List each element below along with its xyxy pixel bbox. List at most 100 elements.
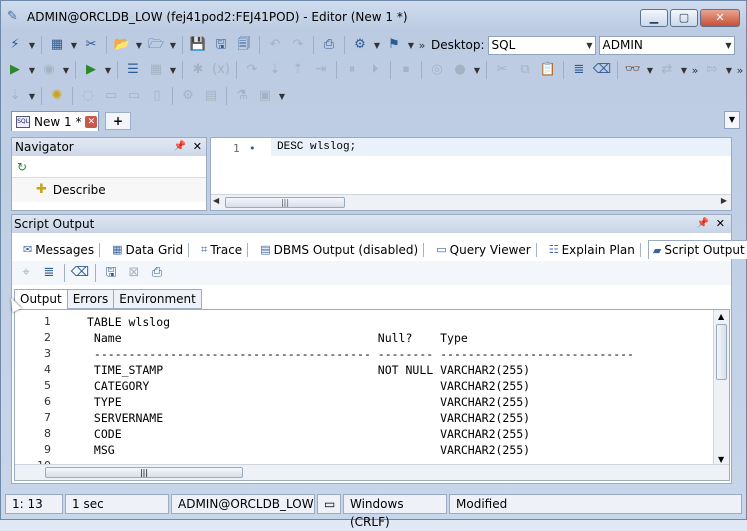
sql-worksheet-icon[interactable]: ▦ bbox=[47, 35, 67, 55]
uppercase-icon[interactable]: ▭ bbox=[124, 86, 144, 106]
autotrace-icon[interactable]: ⇣ bbox=[5, 86, 25, 106]
overflow-chevron-icon[interactable]: » bbox=[691, 64, 699, 77]
open-output-icon[interactable]: ⊠ bbox=[124, 263, 144, 283]
new-tab-button[interactable]: + bbox=[105, 112, 131, 130]
grid-icon[interactable]: ▦ bbox=[146, 60, 166, 80]
step-to-end-icon[interactable]: ⇥ bbox=[311, 60, 331, 80]
navigate-icon[interactable]: ⇄ bbox=[657, 60, 677, 80]
undo-icon[interactable]: ↶ bbox=[265, 35, 285, 55]
chevron-down-icon[interactable]: ▼ bbox=[473, 66, 481, 75]
output-horizontal-scrollbar[interactable]: ||| bbox=[15, 464, 729, 480]
step-out-icon[interactable]: ⇡ bbox=[288, 60, 308, 80]
scroll-right-icon[interactable]: ▶ bbox=[721, 196, 727, 205]
tab-explain-plan[interactable]: ☷ Explain Plan bbox=[544, 240, 646, 259]
chevron-down-icon[interactable]: ▼ bbox=[680, 66, 688, 75]
tab-errors[interactable]: Errors bbox=[66, 289, 115, 309]
find-icon[interactable]: 👓 bbox=[623, 60, 643, 80]
desktop-select[interactable]: SQL ▼ bbox=[487, 35, 596, 55]
tab-messages[interactable]: ✉ Messages bbox=[18, 240, 105, 259]
save-all-icon[interactable]: 🗐 bbox=[234, 35, 254, 55]
chevron-down-icon[interactable]: ▼ bbox=[407, 41, 415, 50]
close-tab-icon[interactable]: ✕ bbox=[85, 115, 98, 128]
cut-icon[interactable]: ✂ bbox=[492, 60, 512, 80]
run-script-icon[interactable]: ▶ bbox=[81, 60, 101, 80]
tab-trace[interactable]: ⌗ Trace bbox=[196, 240, 253, 259]
refresh-icon[interactable]: ↻ bbox=[17, 160, 27, 174]
tab-script-output[interactable]: ▰ Script Output bbox=[647, 240, 747, 259]
close-icon[interactable]: ✕ bbox=[716, 215, 725, 233]
tab-list-dropdown[interactable]: ▼ bbox=[724, 111, 740, 129]
resume-icon[interactable]: ⏵ bbox=[365, 60, 385, 80]
chevron-down-icon[interactable]: ▼ bbox=[169, 66, 177, 75]
scrollbar-thumb[interactable]: ||| bbox=[225, 197, 345, 208]
save-icon[interactable]: 💾 bbox=[188, 35, 208, 55]
chevron-down-icon[interactable]: ▼ bbox=[62, 66, 70, 75]
watch-icon[interactable]: ◎ bbox=[427, 60, 447, 80]
tab-new-1[interactable]: SQL New 1 * ✕ bbox=[11, 111, 99, 131]
disconnect-icon[interactable]: ✂ bbox=[81, 35, 101, 55]
chevron-down-icon[interactable]: ▼ bbox=[28, 66, 36, 75]
tuning-icon[interactable]: ◌ bbox=[78, 86, 98, 106]
minimize-button[interactable]: ▁ bbox=[640, 9, 668, 27]
connect-icon[interactable]: ⚡ bbox=[5, 35, 25, 55]
editor-horizontal-scrollbar[interactable]: ◀ ||| ▶ bbox=[211, 194, 731, 210]
open-folder-icon[interactable]: 📂 bbox=[112, 35, 132, 55]
lowercase-icon[interactable]: ▯ bbox=[147, 86, 167, 106]
pin-output-icon[interactable]: ⌖ bbox=[16, 263, 36, 283]
save-output-icon[interactable]: 🖫 bbox=[101, 263, 121, 283]
chevron-down-icon[interactable]: ▼ bbox=[70, 41, 78, 50]
run-statement-icon[interactable]: ▶ bbox=[5, 60, 25, 80]
step-over-icon[interactable]: ↷ bbox=[242, 60, 262, 80]
close-icon[interactable]: ✕ bbox=[193, 138, 202, 156]
chevron-down-icon[interactable]: ▼ bbox=[373, 41, 381, 50]
tab-query-viewer[interactable]: ▭ Query Viewer bbox=[431, 240, 541, 259]
suspend-icon[interactable]: ⏸ bbox=[342, 60, 362, 80]
chevron-down-icon[interactable]: ▼ bbox=[646, 66, 654, 75]
redo-icon[interactable]: ↷ bbox=[288, 35, 308, 55]
variables-icon[interactable]: (x) bbox=[211, 60, 231, 80]
navigator-item-describe[interactable]: ✚ Describe bbox=[12, 178, 206, 202]
scrollbar-thumb[interactable] bbox=[716, 324, 727, 380]
chevron-down-icon[interactable]: ▼ bbox=[104, 66, 112, 75]
highlight-icon[interactable]: ▤ bbox=[201, 86, 221, 106]
output-vertical-scrollbar[interactable]: ▲ ▼ bbox=[713, 310, 729, 466]
close-window-button[interactable]: ✕ bbox=[700, 9, 740, 27]
sql-history-icon[interactable]: ≣ bbox=[569, 60, 589, 80]
chevron-down-icon[interactable]: ▼ bbox=[135, 41, 143, 50]
chevron-down-icon[interactable]: ▼ bbox=[278, 92, 286, 101]
sql-history-icon[interactable]: ≣ bbox=[39, 263, 59, 283]
connection-select[interactable]: ADMIN ▼ bbox=[598, 35, 735, 55]
pin-icon[interactable]: 📌 bbox=[174, 138, 186, 156]
debug-icon[interactable]: ✱ bbox=[188, 60, 208, 80]
tools-icon[interactable]: ⚙ bbox=[350, 35, 370, 55]
print-icon[interactable]: ⎙ bbox=[319, 35, 339, 55]
breakpoint-icon[interactable]: ● bbox=[450, 60, 470, 80]
monitor-icon[interactable]: ▣ bbox=[255, 86, 275, 106]
chevron-down-icon[interactable]: ▼ bbox=[28, 92, 36, 101]
maximize-button[interactable]: ▢ bbox=[670, 9, 698, 27]
tab-environment[interactable]: Environment bbox=[113, 289, 202, 309]
sql-tuning-icon[interactable]: ⚗ bbox=[232, 86, 252, 106]
overflow-chevron-icon[interactable]: » bbox=[736, 64, 744, 77]
tab-data-grid[interactable]: ▦ Data Grid bbox=[107, 240, 194, 259]
output-text-area[interactable]: 1 TABLE wlslog 2 Name Null? Type 3 --------… bbox=[14, 309, 730, 481]
tab-dbms-output[interactable]: ▤ DBMS Output (disabled) bbox=[255, 240, 429, 259]
sql-editor[interactable]: 1 • DESC wlslog; ◀ ||| ▶ bbox=[210, 137, 732, 211]
scroll-up-icon[interactable]: ▲ bbox=[718, 312, 724, 321]
explain-plan-icon[interactable]: ✺ bbox=[47, 86, 67, 106]
open-recent-icon[interactable]: 🗁 bbox=[146, 35, 166, 55]
paste-icon[interactable]: 📋 bbox=[538, 60, 558, 80]
terminate-icon[interactable]: ⏹ bbox=[396, 60, 416, 80]
pin-icon[interactable]: 📌 bbox=[697, 215, 709, 233]
chevron-down-icon[interactable]: ▼ bbox=[169, 41, 177, 50]
scroll-down-icon[interactable]: ▼ bbox=[718, 455, 724, 464]
clear-output-icon[interactable]: ⌫ bbox=[70, 263, 90, 283]
scrollbar-thumb[interactable]: ||| bbox=[45, 467, 243, 478]
unshared-icon[interactable]: ▭ bbox=[101, 86, 121, 106]
chevron-down-icon[interactable]: ▼ bbox=[28, 41, 36, 50]
scroll-left-icon[interactable]: ◀ bbox=[213, 196, 219, 205]
tab-output[interactable]: Output bbox=[14, 289, 68, 309]
reports-icon[interactable]: ⚑ bbox=[384, 35, 404, 55]
clear-icon[interactable]: ⌫ bbox=[592, 60, 612, 80]
code-line[interactable]: DESC wlslog; bbox=[271, 138, 731, 156]
